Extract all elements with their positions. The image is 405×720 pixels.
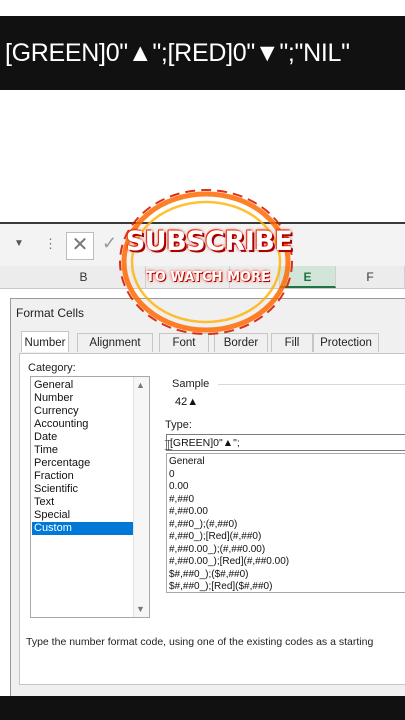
type-option[interactable]: #,##0.00_);[Red](#,##0.00) <box>169 556 289 569</box>
category-item-text[interactable]: Text <box>32 496 134 509</box>
type-option[interactable]: $#,##0_);($#,##0) <box>169 569 249 582</box>
type-label: Type: <box>165 419 192 431</box>
sample-label: Sample <box>172 378 210 390</box>
category-item-fraction[interactable]: Fraction <box>32 470 134 483</box>
subscribe-text[interactable]: SUBSCRIBE <box>124 226 294 257</box>
sample-value: 42▲ <box>175 396 199 408</box>
tab-font[interactable]: Font <box>159 333 209 352</box>
category-item-currency[interactable]: Currency <box>32 405 134 418</box>
tab-fill[interactable]: Fill <box>271 333 313 352</box>
cancel-button[interactable]: ✕ <box>66 232 94 260</box>
type-option[interactable]: General <box>169 456 205 469</box>
category-item-percentage[interactable]: Percentage <box>32 457 134 470</box>
category-item-time[interactable]: Time <box>32 444 134 457</box>
type-option[interactable]: #,##0_);[Red](#,##0) <box>169 531 261 544</box>
category-item-accounting[interactable]: Accounting <box>32 418 134 431</box>
category-item-date[interactable]: Date <box>32 431 134 444</box>
tab-border[interactable]: Border <box>214 333 268 352</box>
type-input[interactable]: [GREEN]0"▲"; <box>166 434 405 451</box>
dialog-title: Format Cells <box>16 306 85 320</box>
type-option[interactable]: 0.00 <box>169 481 188 494</box>
tab-number[interactable]: Number <box>21 331 69 352</box>
type-option[interactable]: $#,##0_);[Red]($#,##0) <box>169 581 272 592</box>
enter-button[interactable]: ✓ <box>102 233 117 254</box>
number-tab-panel: Category: General Number Currency Accoun… <box>19 353 405 685</box>
type-option[interactable]: 0 <box>169 469 175 482</box>
type-option[interactable]: #,##0_);(#,##0) <box>169 519 237 532</box>
tab-protection[interactable]: Protection <box>313 333 379 352</box>
type-option[interactable]: #,##0 <box>169 494 194 507</box>
banner-text: [GREEN]0"▲";[RED]0"▼";"NIL" <box>5 38 350 67</box>
category-item-scientific[interactable]: Scientific <box>32 483 134 496</box>
watch-more-text[interactable]: TO WATCH MORE <box>140 270 276 285</box>
category-item-custom[interactable]: Custom <box>32 522 134 535</box>
type-list[interactable]: General 0 0.00 #,##0 #,##0.00 #,##0_);(#… <box>166 453 405 593</box>
drag-handle-icon[interactable]: ⋮ <box>44 236 57 252</box>
divider <box>218 384 405 385</box>
category-item-general[interactable]: General <box>32 379 134 392</box>
format-cells-dialog: Format Cells Number Alignment Font Borde… <box>10 298 405 698</box>
format-code-banner: [GREEN]0"▲";[RED]0"▼";"NIL" <box>0 16 405 90</box>
column-header-b[interactable]: B <box>22 266 146 288</box>
chevron-down-icon[interactable]: ▼ <box>14 238 24 249</box>
category-scrollbar[interactable]: ▲ ▼ <box>133 377 149 617</box>
taskbar <box>0 696 405 720</box>
tab-alignment[interactable]: Alignment <box>77 333 153 352</box>
text-cursor-icon: ⌶ <box>164 437 174 454</box>
hint-text: Type the number format code, using one o… <box>26 636 374 648</box>
column-header-e[interactable]: E <box>280 266 336 288</box>
column-header-f[interactable]: F <box>336 266 405 288</box>
category-list[interactable]: General Number Currency Accounting Date … <box>30 376 150 618</box>
scroll-up-icon[interactable]: ▲ <box>136 380 145 390</box>
scroll-down-icon[interactable]: ▼ <box>136 604 145 614</box>
type-option[interactable]: #,##0.00 <box>169 506 208 519</box>
category-label: Category: <box>28 362 76 374</box>
blank-area <box>0 90 405 222</box>
type-option[interactable]: #,##0.00_);(#,##0.00) <box>169 544 265 557</box>
category-item-special[interactable]: Special <box>32 509 134 522</box>
category-item-number[interactable]: Number <box>32 392 134 405</box>
